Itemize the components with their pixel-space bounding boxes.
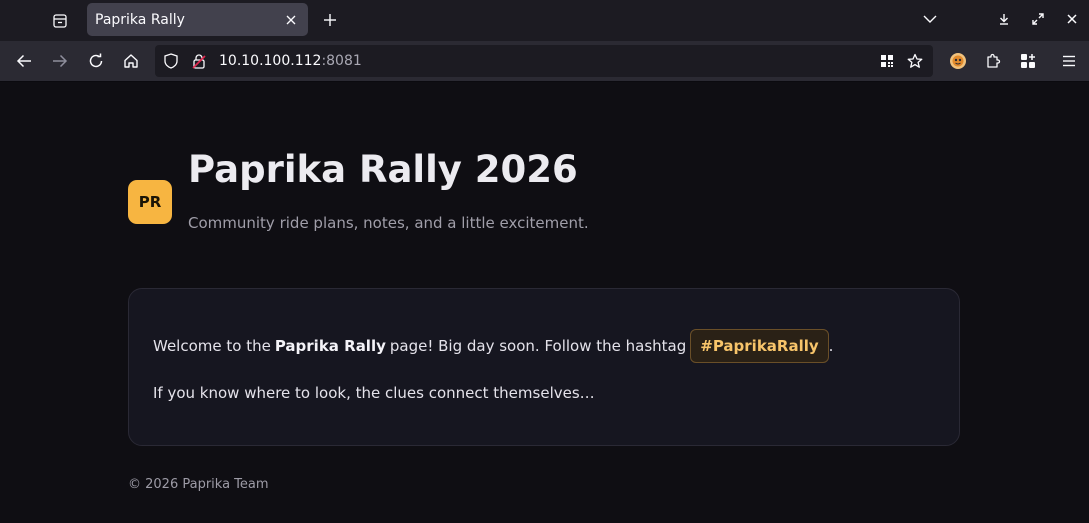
download-icon[interactable] [987,2,1021,36]
extensions-grid-icon[interactable] [1010,45,1045,77]
page-content: PR Paprika Rally 2026 Community ride pla… [0,82,1089,523]
extension-avatar-icon[interactable] [940,45,975,77]
qr-code-icon[interactable] [873,45,901,77]
logo-badge: PR [128,180,172,224]
list-tabs-chevron-icon[interactable] [913,2,947,36]
page-title: Paprika Rally 2026 [188,148,578,191]
lock-icon[interactable] [185,45,213,77]
url-host: 10.10.100.112 [219,53,322,69]
close-icon[interactable] [282,11,300,29]
url-port: :8081 [321,53,362,69]
home-icon[interactable] [115,45,147,77]
puzzle-icon[interactable] [975,45,1010,77]
page-subtitle: Community ride plans, notes, and a littl… [188,214,589,232]
welcome-middle: page! Big day soon. Follow the hashtag [389,337,687,355]
menu-icon[interactable] [1051,45,1086,77]
welcome-prefix: Welcome to the [153,337,271,355]
welcome-bold-name: Paprika Rally [274,337,386,355]
url-bar[interactable]: 10.10.100.112:8081 [155,45,933,77]
tab-overview-icon[interactable] [42,6,78,36]
footer-copyright: © 2026 Paprika Team [128,477,269,492]
plus-icon[interactable] [318,8,342,32]
close-window-icon[interactable] [1055,2,1089,36]
back-arrow-icon[interactable] [8,45,40,77]
forward-arrow-icon[interactable] [44,45,76,77]
active-tab[interactable]: Paprika Rally [87,3,308,36]
url-text[interactable]: 10.10.100.112:8081 [219,53,362,69]
welcome-suffix: . [828,337,834,355]
reload-icon[interactable] [80,45,112,77]
navigation-toolbar: 10.10.100.112:8081 [0,41,1089,82]
tab-title: Paprika Rally [95,11,185,28]
tab-strip: Paprika Rally [0,0,1089,41]
star-icon[interactable] [901,45,929,77]
hashtag-chip[interactable]: #PaprikaRally [690,329,829,363]
welcome-card: Welcome to the Paprika Rally page! Big d… [128,288,960,446]
fullscreen-icon[interactable] [1021,2,1055,36]
clue-line: If you know where to look, the clues con… [153,384,595,402]
shield-icon[interactable] [157,45,185,77]
welcome-line: Welcome to the Paprika Rally page! Big d… [153,329,833,363]
